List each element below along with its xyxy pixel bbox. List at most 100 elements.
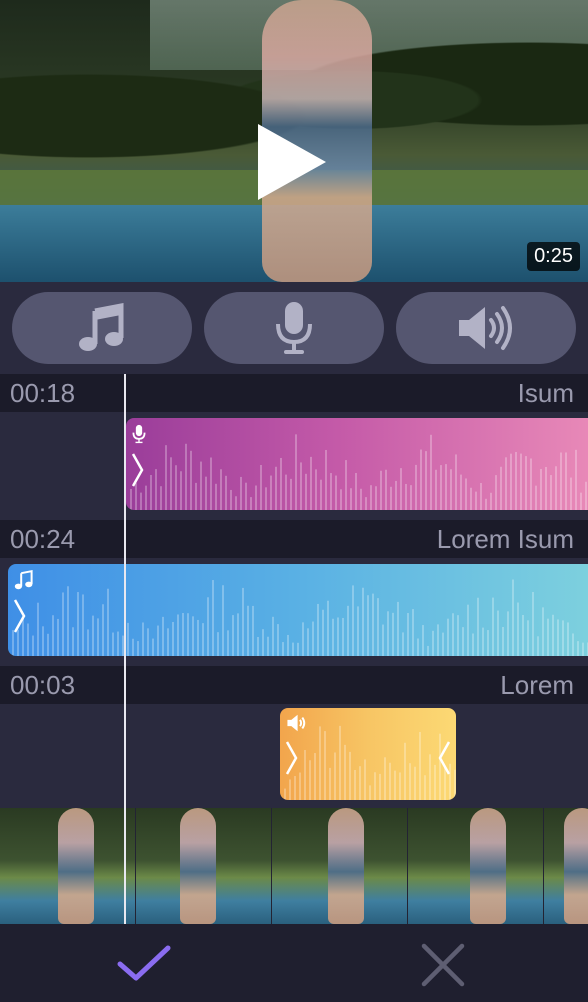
voice-clip[interactable] — [126, 418, 588, 510]
waveform-bar — [157, 625, 159, 656]
play-button[interactable] — [258, 124, 326, 200]
playhead[interactable] — [124, 374, 126, 924]
checkmark-icon[interactable] — [116, 942, 172, 984]
waveform-bar — [447, 618, 449, 656]
waveform-bar — [510, 453, 512, 510]
add-voice-button[interactable] — [204, 292, 384, 364]
waveform-bar — [522, 614, 524, 656]
waveform-bar — [339, 725, 341, 800]
video-preview[interactable]: 0:25 — [0, 0, 588, 282]
track-time: 00:24 — [10, 524, 76, 554]
waveform-bar — [377, 598, 379, 656]
waveform-bar — [515, 452, 517, 510]
waveform-bar — [495, 475, 497, 510]
waveform-bar — [140, 492, 142, 510]
waveform-bar — [567, 622, 569, 656]
track-time: 00:03 — [10, 670, 76, 700]
waveform-bar — [435, 469, 437, 510]
waveform-bar — [200, 461, 202, 510]
waveform-bar — [454, 769, 456, 800]
waveform-bar — [207, 597, 209, 656]
music-waveform — [12, 579, 588, 656]
waveform-bar — [77, 592, 79, 656]
track-name: Isum — [517, 378, 574, 408]
track-lane-sound — [0, 704, 588, 808]
waveform-bar — [257, 636, 259, 656]
waveform-bar — [375, 486, 377, 510]
waveform-bar — [465, 478, 467, 510]
waveform-bar — [387, 611, 389, 656]
waveform-bar — [137, 641, 139, 656]
waveform-bar — [167, 628, 169, 656]
video-filmstrip[interactable] — [0, 808, 588, 924]
waveform-bar — [270, 475, 272, 510]
trim-handle-right[interactable] — [436, 738, 452, 778]
waveform-bar — [307, 628, 309, 656]
waveform-bar — [152, 638, 154, 656]
waveform-bar — [284, 788, 286, 800]
waveform-bar — [390, 486, 392, 510]
waveform-bar — [367, 595, 369, 656]
voice-waveform — [130, 434, 587, 510]
waveform-bar — [222, 585, 224, 656]
waveform-bar — [350, 488, 352, 510]
waveform-bar — [532, 592, 534, 656]
waveform-bar — [237, 613, 239, 656]
waveform-bar — [82, 594, 84, 656]
track-lane-music — [0, 558, 588, 666]
waveform-bar — [505, 457, 507, 510]
waveform-bar — [354, 769, 356, 800]
waveform-bar — [437, 624, 439, 656]
trim-handle-left[interactable] — [12, 596, 28, 636]
waveform-bar — [317, 603, 319, 656]
waveform-bar — [477, 597, 479, 656]
waveform-bar — [217, 632, 219, 656]
waveform-bar — [507, 611, 509, 656]
waveform-bar — [462, 627, 464, 656]
waveform-bar — [389, 762, 391, 800]
waveform-bar — [240, 476, 242, 510]
waveform-bar — [362, 587, 364, 656]
waveform-bar — [287, 634, 289, 656]
waveform-bar — [357, 606, 359, 656]
waveform-bar — [394, 770, 396, 800]
waveform-bar — [112, 632, 114, 656]
waveform-bar — [379, 773, 381, 800]
close-icon[interactable] — [420, 942, 466, 988]
waveform-bar — [314, 753, 316, 800]
waveform-bar — [392, 612, 394, 656]
waveform-bar — [452, 613, 454, 656]
waveform-bar — [172, 621, 174, 656]
waveform-bar — [315, 469, 317, 510]
filmstrip-frame — [136, 808, 271, 924]
waveform-bar — [309, 760, 311, 800]
trim-handle-left[interactable] — [284, 738, 300, 778]
waveform-bar — [42, 626, 44, 656]
waveform-bar — [327, 600, 329, 656]
add-sound-button[interactable] — [396, 292, 576, 364]
waveform-bar — [482, 627, 484, 656]
waveform-bar — [552, 614, 554, 656]
waveform-bar — [300, 462, 302, 510]
waveform-bar — [212, 580, 214, 656]
waveform-bar — [37, 602, 39, 656]
music-clip[interactable] — [8, 564, 588, 656]
waveform-bar — [117, 631, 119, 656]
trim-handle-left[interactable] — [130, 450, 146, 490]
waveform-bar — [470, 487, 472, 510]
waveform-bar — [582, 642, 584, 656]
waveform-bar — [52, 615, 54, 656]
waveform-bar — [397, 601, 399, 656]
waveform-bar — [359, 766, 361, 800]
waveform-bar — [72, 627, 74, 656]
music-note-icon — [14, 570, 33, 590]
waveform-bar — [395, 480, 397, 510]
waveform-bar — [195, 482, 197, 510]
waveform-bar — [492, 597, 494, 656]
waveform-bar — [480, 483, 482, 510]
add-music-button[interactable] — [12, 292, 192, 364]
sound-clip[interactable] — [280, 708, 456, 800]
waveform-bar — [577, 641, 579, 656]
waveform-bar — [487, 630, 489, 656]
waveform-bar — [520, 453, 522, 510]
